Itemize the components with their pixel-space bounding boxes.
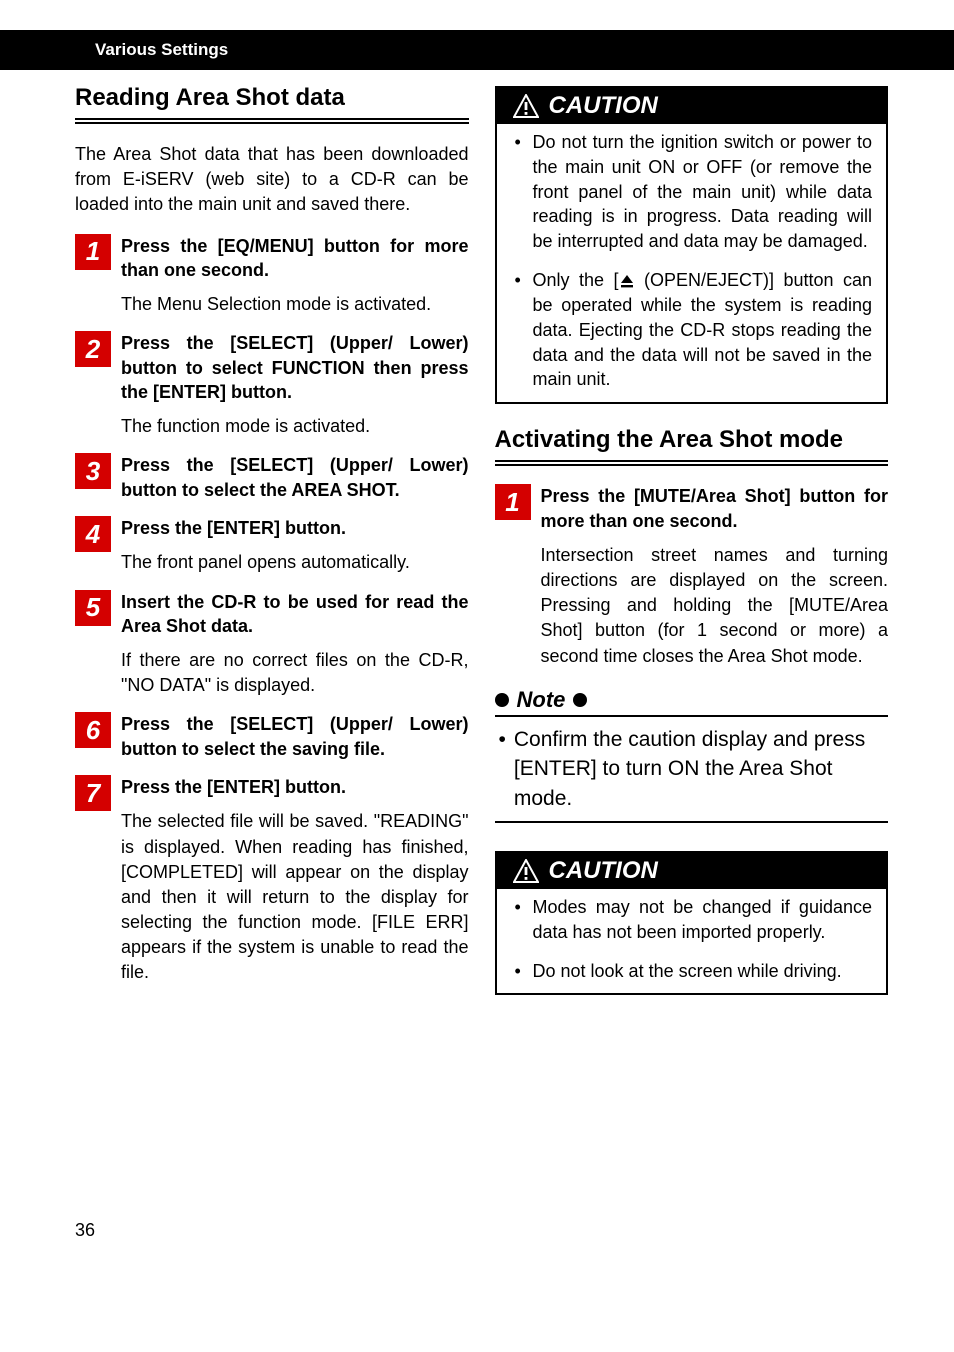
caution-header: CAUTION (497, 853, 887, 889)
step-description: The Menu Selection mode is activated. (121, 292, 469, 317)
step-5: 5 Insert the CD-R to be used for read th… (75, 590, 469, 699)
caution-label: CAUTION (549, 857, 658, 885)
step-body: Press the [EQ/MENU] button for more than… (121, 234, 469, 318)
step-description: The selected file will be saved. "READIN… (121, 809, 469, 985)
step-instruction: Press the [SELECT] (Upper/ Lower) button… (121, 453, 469, 502)
page: Various Settings Reading Area Shot data … (0, 30, 954, 1281)
step-3: 3 Press the [SELECT] (Upper/ Lower) butt… (75, 453, 469, 502)
intro-paragraph: The Area Shot data that has been downloa… (75, 142, 469, 218)
bullet-icon: • (515, 268, 521, 293)
caution-item: • Only the [ (OPEN/EJECT)] button can be… (515, 268, 873, 392)
step-instruction: Press the [ENTER] button. (121, 775, 469, 799)
caution-box-2: CAUTION • Modes may not be changed if gu… (495, 851, 889, 995)
dot-icon (573, 693, 587, 707)
caution-box-1: CAUTION • Do not turn the ignition switc… (495, 86, 889, 404)
dot-icon (495, 693, 509, 707)
eject-icon (619, 274, 635, 288)
bullet-icon: • (515, 959, 521, 984)
left-section-title: Reading Area Shot data (75, 84, 469, 112)
note-header: Note (495, 687, 889, 713)
step-number: 3 (75, 453, 111, 489)
right-step-1: 1 Press the [MUTE/Area Shot] button for … (495, 484, 889, 669)
caution-text: Do not turn the ignition switch or power… (533, 132, 873, 251)
step-body: Press the [SELECT] (Upper/ Lower) button… (121, 712, 469, 761)
step-body: Insert the CD-R to be used for read the … (121, 590, 469, 699)
step-instruction: Press the [SELECT] (Upper/ Lower) button… (121, 712, 469, 761)
caution-text-prefix: Only the [ (533, 270, 619, 290)
bullet-icon: • (499, 725, 506, 813)
caution-body: • Do not turn the ignition switch or pow… (497, 124, 887, 402)
step-body: Press the [SELECT] (Upper/ Lower) button… (121, 453, 469, 502)
step-description: Intersection street names and turning di… (541, 543, 889, 669)
step-instruction: Insert the CD-R to be used for read the … (121, 590, 469, 639)
step-number: 4 (75, 516, 111, 552)
caution-item: • Do not look at the screen while drivin… (515, 959, 873, 984)
step-body: Press the [ENTER] button. The front pane… (121, 516, 469, 575)
caution-header: CAUTION (497, 88, 887, 124)
right-section-title: Activating the Area Shot mode (495, 426, 889, 454)
step-description: The front panel opens automatically. (121, 550, 469, 575)
separator (75, 118, 469, 124)
step-description: The function mode is activated. (121, 414, 469, 439)
page-number: 36 (75, 1220, 954, 1241)
step-instruction: Press the [MUTE/Area Shot] button for mo… (541, 484, 889, 533)
step-number: 1 (75, 234, 111, 270)
caution-text: Do not look at the screen while driving. (533, 961, 842, 981)
step-2: 2 Press the [SELECT] (Upper/ Lower) butt… (75, 331, 469, 439)
step-number: 2 (75, 331, 111, 367)
step-1: 1 Press the [EQ/MENU] button for more th… (75, 234, 469, 318)
step-instruction: Press the [ENTER] button. (121, 516, 469, 540)
step-number: 5 (75, 590, 111, 626)
step-description: If there are no correct files on the CD-… (121, 648, 469, 698)
caution-item: • Do not turn the ignition switch or pow… (515, 130, 873, 254)
step-body: Press the [MUTE/Area Shot] button for mo… (541, 484, 889, 669)
note-text: Confirm the caution display and press [E… (514, 725, 884, 813)
warning-icon (513, 859, 539, 883)
caution-label: CAUTION (549, 92, 658, 120)
step-7: 7 Press the [ENTER] button. The selected… (75, 775, 469, 986)
breadcrumb: Various Settings (95, 40, 228, 59)
note-body: • Confirm the caution display and press … (495, 715, 889, 823)
note-label: Note (517, 687, 566, 713)
right-column: CAUTION • Do not turn the ignition switc… (495, 70, 889, 1000)
step-instruction: Press the [EQ/MENU] button for more than… (121, 234, 469, 283)
separator (495, 460, 889, 466)
step-number: 6 (75, 712, 111, 748)
step-6: 6 Press the [SELECT] (Upper/ Lower) butt… (75, 712, 469, 761)
step-body: Press the [ENTER] button. The selected f… (121, 775, 469, 986)
warning-icon (513, 94, 539, 118)
step-body: Press the [SELECT] (Upper/ Lower) button… (121, 331, 469, 439)
content-columns: Reading Area Shot data The Area Shot dat… (0, 70, 954, 1000)
step-4: 4 Press the [ENTER] button. The front pa… (75, 516, 469, 575)
caution-body: • Modes may not be changed if guidance d… (497, 889, 887, 993)
step-instruction: Press the [SELECT] (Upper/ Lower) button… (121, 331, 469, 404)
bullet-icon: • (515, 895, 521, 920)
step-number: 7 (75, 775, 111, 811)
left-column: Reading Area Shot data The Area Shot dat… (75, 70, 469, 1000)
step-number: 1 (495, 484, 531, 520)
bullet-icon: • (515, 130, 521, 155)
section-header: Various Settings (0, 30, 954, 70)
caution-text: Modes may not be changed if guidance dat… (533, 897, 873, 942)
caution-item: • Modes may not be changed if guidance d… (515, 895, 873, 945)
